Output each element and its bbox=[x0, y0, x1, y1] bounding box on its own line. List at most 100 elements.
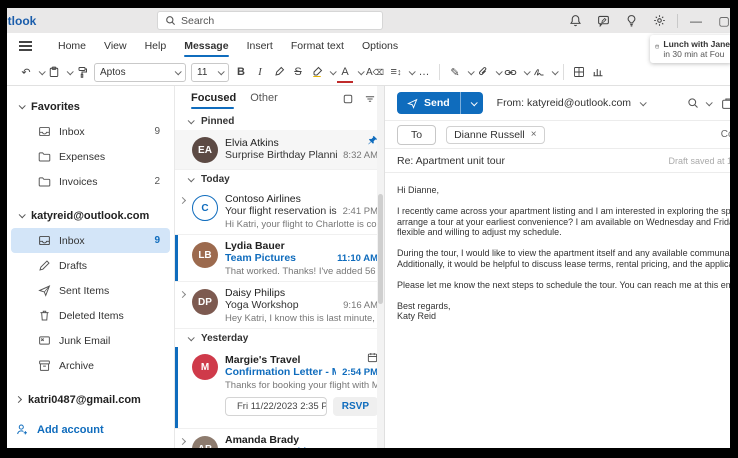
feedback-button[interactable] bbox=[589, 8, 617, 33]
highlight-button[interactable] bbox=[308, 62, 326, 82]
scrollbar-thumb[interactable] bbox=[378, 194, 383, 304]
tab-other[interactable]: Other bbox=[250, 88, 278, 110]
chevron-down-icon bbox=[19, 102, 26, 109]
format-painter-button[interactable] bbox=[73, 62, 91, 82]
open-in-new-window-icon[interactable] bbox=[721, 97, 730, 110]
underline-button[interactable] bbox=[270, 62, 288, 82]
tab-insert[interactable]: Insert bbox=[238, 35, 282, 57]
draft-saved-status: Draft saved at 1 bbox=[668, 156, 730, 166]
signature-dropdown-icon[interactable] bbox=[552, 68, 559, 75]
settings-button[interactable] bbox=[645, 8, 673, 33]
email-item-elvia-atkins[interactable]: EA Elvia Atkins Surprise Birthday Planni… bbox=[175, 130, 384, 170]
tab-format-text[interactable]: Format text bbox=[282, 35, 353, 57]
expand-thread-icon[interactable] bbox=[179, 197, 186, 204]
sidebar-item-deleted-items[interactable]: Deleted Items bbox=[11, 303, 170, 328]
tips-button[interactable] bbox=[617, 8, 645, 33]
more-formatting-button[interactable]: … bbox=[415, 62, 433, 82]
subject-row[interactable]: Re: Apartment unit tour Draft saved at 1 bbox=[385, 148, 730, 173]
expand-thread-icon[interactable] bbox=[179, 438, 186, 445]
email-item-daisy-philips[interactable]: DP Daisy Philips Yoga Workshop 9:16 AM H… bbox=[175, 282, 384, 329]
group-header-pinned[interactable]: Pinned bbox=[175, 112, 384, 130]
font-name-select[interactable]: Aptos bbox=[94, 63, 186, 82]
sidebar-item-junk-email[interactable]: Junk Email bbox=[11, 328, 170, 353]
account-gmail-header[interactable]: katri0487@gmail.com bbox=[7, 387, 174, 412]
sidebar-item-invoices[interactable]: Invoices 2 bbox=[11, 169, 170, 194]
email-item-margies-travel[interactable]: M Margie's Travel Confirmation Letter - … bbox=[175, 347, 384, 429]
message-list-scrollbar[interactable] bbox=[377, 86, 384, 448]
paste-button[interactable] bbox=[45, 62, 63, 82]
expand-thread-icon[interactable] bbox=[179, 291, 186, 298]
hamburger-menu-button[interactable] bbox=[19, 41, 41, 51]
recipient-chip[interactable]: Dianne Russell × bbox=[446, 126, 544, 144]
tab-message[interactable]: Message bbox=[175, 35, 237, 57]
email-preview: That worked. Thanks! I've added 56 of th… bbox=[225, 266, 378, 277]
tab-help[interactable]: Help bbox=[136, 35, 176, 57]
table-icon bbox=[573, 66, 585, 78]
sidebar-item-expenses[interactable]: Expenses bbox=[11, 144, 170, 169]
send-options-dropdown[interactable] bbox=[460, 92, 483, 114]
insert-table-button[interactable] bbox=[570, 62, 588, 82]
tab-options[interactable]: Options bbox=[353, 35, 407, 57]
search-input[interactable]: Search bbox=[157, 11, 383, 30]
remove-recipient-icon[interactable]: × bbox=[531, 129, 537, 140]
avatar: DP bbox=[192, 289, 218, 315]
sidebar-item-inbox[interactable]: Inbox 9 bbox=[11, 228, 170, 253]
body-line bbox=[397, 238, 730, 249]
minimize-button[interactable]: — bbox=[682, 8, 710, 33]
formatting-toolbar: ↶ Aptos 11 B I S A A⌫ ≡↕ … ✎ bbox=[7, 59, 730, 86]
tab-view[interactable]: View bbox=[95, 35, 136, 57]
email-item-contoso-airlines[interactable]: C Contoso Airlines Your flight reservati… bbox=[175, 188, 384, 235]
bold-button[interactable]: B bbox=[232, 62, 250, 82]
clear-formatting-button[interactable]: A⌫ bbox=[364, 62, 386, 82]
sidebar-item-drafts[interactable]: Drafts bbox=[11, 253, 170, 278]
email-sender: Lydia Bauer bbox=[225, 240, 378, 252]
attach-file-button[interactable] bbox=[474, 62, 492, 82]
tab-home[interactable]: Home bbox=[49, 35, 95, 57]
sidebar-item-archive[interactable]: Archive bbox=[11, 353, 170, 378]
cc-button[interactable]: Cc bbox=[721, 129, 730, 140]
avatar: C bbox=[192, 195, 218, 221]
from-selector[interactable]: From: katyreid@outlook.com bbox=[497, 97, 645, 109]
meeting-chip[interactable]: Fri 11/22/2023 2:35 PM - ... bbox=[225, 397, 327, 416]
insert-link-button[interactable] bbox=[502, 62, 520, 82]
message-body-editor[interactable]: Hi Dianne, I recently came across your a… bbox=[385, 173, 730, 322]
format-painter-icon bbox=[76, 66, 88, 78]
outlook-window: Outlook Search — ▢ Home View bbox=[7, 8, 730, 448]
toolbar-divider bbox=[563, 64, 564, 80]
zoom-control[interactable] bbox=[687, 97, 711, 109]
email-item-amanda-brady[interactable]: AB Amanda Brady Apartment Parking Spot O… bbox=[175, 429, 384, 448]
send-button[interactable]: Send bbox=[397, 92, 483, 114]
signature-button[interactable] bbox=[530, 62, 548, 82]
tab-focused[interactable]: Focused bbox=[191, 88, 236, 110]
favorites-section-header[interactable]: Favorites bbox=[7, 94, 174, 119]
signature-icon bbox=[533, 66, 545, 78]
compose-header: Send From: katyreid@outlook.com bbox=[385, 86, 730, 120]
insert-chart-button[interactable] bbox=[589, 62, 607, 82]
maximize-button[interactable]: ▢ bbox=[710, 8, 730, 33]
filter-icon[interactable] bbox=[364, 93, 376, 105]
group-header-today[interactable]: Today bbox=[175, 170, 384, 188]
sidebar-item-inbox-favorites[interactable]: Inbox 9 bbox=[11, 119, 170, 144]
email-item-lydia-bauer[interactable]: LB Lydia Bauer Team Pictures 11:10 AM Th… bbox=[175, 235, 384, 282]
font-size-select[interactable]: 11 bbox=[191, 63, 229, 82]
editor-pen-button[interactable]: ✎ bbox=[446, 62, 464, 82]
group-header-yesterday[interactable]: Yesterday bbox=[175, 329, 384, 347]
line-spacing-button[interactable]: ≡↕ bbox=[387, 62, 405, 82]
undo-button[interactable]: ↶ bbox=[17, 62, 35, 82]
body-line: flexible and willing to adjust my schedu… bbox=[397, 227, 730, 238]
rsvp-button[interactable]: RSVP bbox=[333, 397, 378, 416]
folder-sidebar: Favorites Inbox 9 Expenses Invoices 2 ka… bbox=[7, 86, 175, 448]
sidebar-item-sent-items[interactable]: Sent Items bbox=[11, 278, 170, 303]
font-color-button[interactable]: A bbox=[336, 62, 354, 82]
select-messages-icon[interactable] bbox=[342, 93, 354, 105]
to-button[interactable]: To bbox=[397, 125, 436, 145]
send-icon bbox=[38, 284, 51, 297]
meeting-reminder-toast[interactable]: Lunch with Jane in 30 min at Fou bbox=[650, 35, 730, 63]
strikethrough-button[interactable]: S bbox=[289, 62, 307, 82]
subject-field[interactable]: Re: Apartment unit tour bbox=[397, 155, 505, 167]
add-account-button[interactable]: Add account bbox=[7, 417, 174, 442]
italic-button[interactable]: I bbox=[251, 62, 269, 82]
notifications-button[interactable] bbox=[561, 8, 589, 33]
chevron-down-icon bbox=[188, 117, 195, 124]
account-outlook-header[interactable]: katyreid@outlook.com bbox=[7, 203, 174, 228]
